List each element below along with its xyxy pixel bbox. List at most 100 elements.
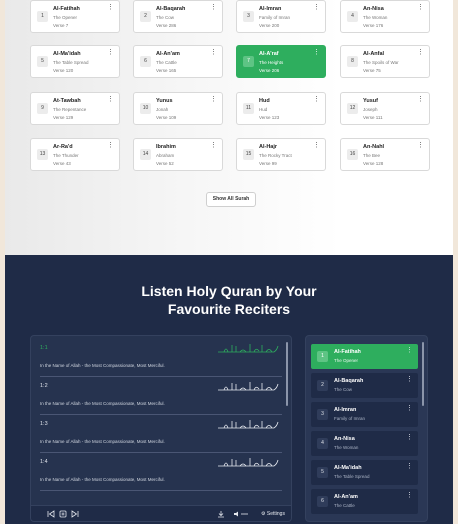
download-icon[interactable] (217, 510, 225, 518)
surah-number: 12 (347, 103, 358, 114)
surah-number: 6 (140, 56, 151, 67)
surah-verse-count: Verse 129 (53, 115, 74, 120)
surah-list-item[interactable]: 4 An-Nisa The Woman ⋮ (311, 431, 418, 456)
settings-label: Settings (266, 511, 285, 517)
more-options-icon[interactable]: ⋮ (406, 405, 413, 412)
surah-name: Al-Baqarah (156, 6, 186, 12)
more-options-icon[interactable]: ⋮ (406, 347, 413, 354)
surah-card[interactable]: 10 Yunus Jonah Verse 109 ⋮ (133, 92, 223, 125)
surah-list-item[interactable]: 5 Al-Ma'idah The Table Spread ⋮ (311, 460, 418, 485)
more-options-icon[interactable]: ⋮ (107, 4, 114, 11)
more-options-icon[interactable]: ⋮ (313, 49, 320, 56)
surah-number: 5 (317, 467, 328, 478)
more-options-icon[interactable]: ⋮ (107, 49, 114, 56)
settings-button[interactable]: ⚙ Settings (261, 510, 285, 518)
surah-name: An-Nisa (363, 6, 384, 12)
more-options-icon[interactable]: ⋮ (417, 96, 424, 103)
surah-card[interactable]: 9 At-Tawbah The Repentance Verse 129 ⋮ (30, 92, 120, 125)
surah-number: 10 (140, 103, 151, 114)
pause-icon[interactable] (59, 510, 67, 518)
surah-card[interactable]: 8 Al-Anfal The Spoils of War Verse 75 ⋮ (340, 45, 430, 78)
page: 1 Al-Fatihah The Opener Verse 7 ⋮ 2 Al-B… (5, 0, 453, 524)
surah-card[interactable]: 3 Al-Imran Family of Imran Verse 200 ⋮ (236, 0, 326, 33)
ayah-row[interactable]: 1:3 In the Name of Allah - the Most Comp… (40, 417, 282, 453)
surah-meaning: The Opener (334, 358, 359, 363)
surah-name: At-Tawbah (53, 98, 81, 104)
previous-icon[interactable] (47, 510, 55, 518)
surah-verse-count: Verse 7 (53, 23, 69, 28)
surah-name: Al-Imran (334, 407, 357, 413)
surah-number: 4 (347, 11, 358, 22)
surah-meaning: Family of Imran (334, 416, 366, 421)
surah-list-item-active[interactable]: 1 Al-Fatihah The Opener ⋮ (311, 344, 418, 369)
arabic-calligraphy-icon (218, 458, 279, 467)
surah-number: 14 (140, 149, 151, 160)
ayah-translation: In the Name of Allah - the Most Compassi… (40, 439, 165, 444)
more-options-icon[interactable]: ⋮ (210, 49, 217, 56)
ayah-row[interactable]: 1:2 In the Name of Allah - the Most Comp… (40, 379, 282, 415)
more-options-icon[interactable]: ⋮ (417, 49, 424, 56)
more-options-icon[interactable]: ⋮ (406, 492, 413, 499)
more-options-icon[interactable]: ⋮ (210, 142, 217, 149)
surah-verse-count: Verse 123 (259, 115, 280, 120)
surah-name: Al-Ma'idah (53, 51, 81, 57)
gear-icon: ⚙ (261, 511, 266, 517)
surah-card[interactable]: 2 Al-Baqarah The Cow Verse 286 ⋮ (133, 0, 223, 33)
surah-meaning: The Cattle (156, 60, 177, 65)
surah-verse-count: Verse 165 (156, 68, 177, 73)
surah-card-active[interactable]: 7 Al-A'raf The Heights Verse 206 ⋮ (236, 45, 326, 78)
surah-name: Al-Anfal (363, 51, 385, 57)
more-options-icon[interactable]: ⋮ (313, 4, 320, 11)
show-all-surah-button[interactable]: Show All Surah (206, 192, 256, 207)
more-options-icon[interactable]: ⋮ (107, 142, 114, 149)
surah-verse-count: Verse 128 (363, 161, 384, 166)
more-options-icon[interactable]: ⋮ (210, 96, 217, 103)
surah-name: Ibrahim (156, 144, 176, 150)
more-options-icon[interactable]: ⋮ (107, 96, 114, 103)
more-options-icon[interactable]: ⋮ (417, 142, 424, 149)
more-options-icon[interactable]: ⋮ (406, 463, 413, 470)
heading-line-2: Favourite Reciters (167, 301, 291, 317)
more-options-icon[interactable]: ⋮ (406, 434, 413, 441)
surah-number: 2 (317, 380, 328, 391)
surah-card[interactable]: 11 Hud Hud Verse 123 ⋮ (236, 92, 326, 125)
surah-card[interactable]: 12 Yusuf Joseph Verse 111 ⋮ (340, 92, 430, 125)
ayah-row[interactable]: 1:4 In the Name of Allah - the Most Comp… (40, 455, 282, 491)
more-options-icon[interactable]: ⋮ (313, 142, 320, 149)
more-options-icon[interactable]: ⋮ (313, 96, 320, 103)
surah-list-item[interactable]: 3 Al-Imran Family of Imran ⋮ (311, 402, 418, 427)
surah-card[interactable]: 1 Al-Fatihah The Opener Verse 7 ⋮ (30, 0, 120, 33)
surah-number: 13 (37, 149, 48, 160)
volume-icon[interactable] (233, 510, 249, 518)
ayah-row[interactable]: 1:1 In the Name of Allah - the Most Comp… (40, 341, 282, 377)
arabic-calligraphy-icon (218, 420, 279, 429)
surah-card[interactable]: 6 Al-An'am The Cattle Verse 165 ⋮ (133, 45, 223, 78)
surah-card[interactable]: 16 An-Nahl The Bee Verse 128 ⋮ (340, 138, 430, 171)
surah-name: Yusuf (363, 98, 378, 104)
surah-card[interactable]: 13 Ar-Ra'd The Thunder Verse 43 ⋮ (30, 138, 120, 171)
surah-card[interactable]: 14 Ibrahim Abraham Verse 52 ⋮ (133, 138, 223, 171)
next-icon[interactable] (71, 510, 79, 518)
surah-list-item[interactable]: 6 Al-An'am The Cattle ⋮ (311, 489, 418, 514)
more-options-icon[interactable]: ⋮ (210, 4, 217, 11)
surah-meaning: Abraham (156, 153, 175, 158)
list-scrollbar[interactable] (422, 342, 424, 406)
more-options-icon[interactable]: ⋮ (406, 376, 413, 383)
surah-meaning: The Cow (334, 387, 353, 392)
arabic-calligraphy-icon (218, 344, 279, 353)
surah-number: 3 (317, 409, 328, 420)
surah-meaning: Joseph (363, 107, 378, 112)
ayah-scrollbar[interactable] (286, 342, 288, 406)
section-heading: Listen Holy Quran by Your Favourite Reci… (5, 282, 453, 318)
surah-number: 9 (37, 103, 48, 114)
surah-card[interactable]: 15 Al-Hajr The Rocky Tract Verse 99 ⋮ (236, 138, 326, 171)
surah-name: Hud (259, 98, 270, 104)
surah-list-item[interactable]: 2 Al-Baqarah The Cow ⋮ (311, 373, 418, 398)
surah-card[interactable]: 4 An-Nisa The Woman Verse 176 ⋮ (340, 0, 430, 33)
more-options-icon[interactable]: ⋮ (417, 4, 424, 11)
surah-name: Al-A'raf (259, 51, 279, 57)
surah-verse-count: Verse 120 (53, 68, 74, 73)
surah-number: 8 (347, 56, 358, 67)
surah-card[interactable]: 5 Al-Ma'idah The Table Spread Verse 120 … (30, 45, 120, 78)
surah-meaning: The Opener (53, 15, 78, 20)
